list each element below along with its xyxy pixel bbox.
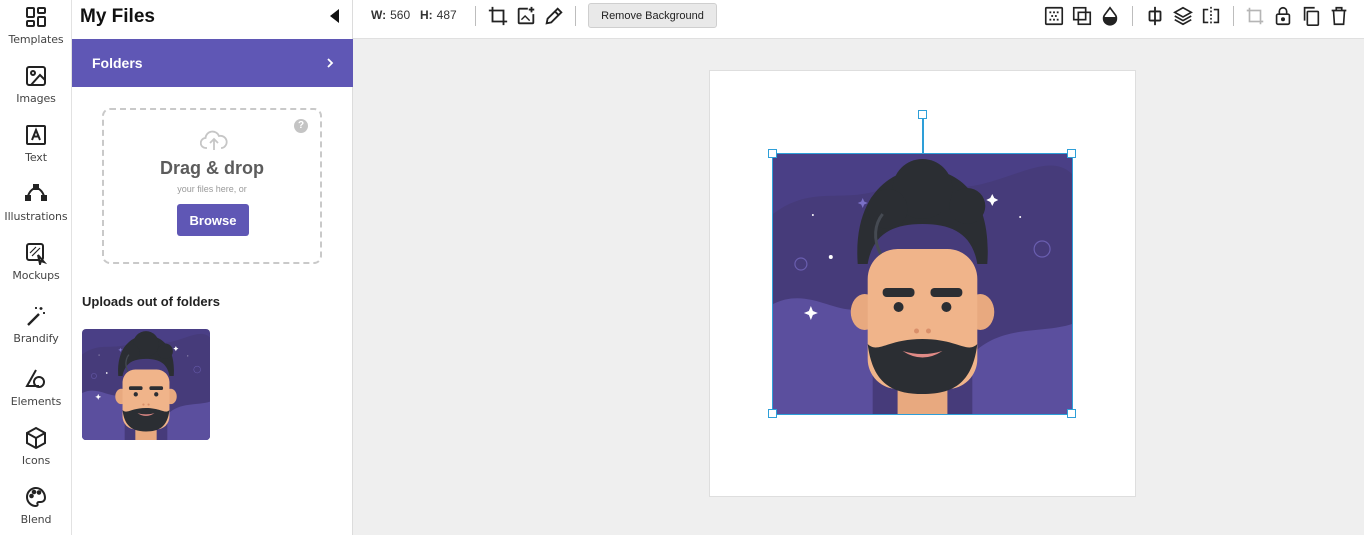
rotate-handle-line xyxy=(922,118,924,154)
rail-item-mockups[interactable]: Mockups xyxy=(0,238,72,294)
copy-icon xyxy=(1303,6,1320,26)
resize-handle-bottom-left[interactable] xyxy=(768,409,777,418)
collapse-panel-icon[interactable] xyxy=(328,8,342,24)
group-button[interactable] xyxy=(1244,5,1266,27)
drop-subtitle: your files here, or xyxy=(177,184,247,194)
text-icon xyxy=(26,125,46,145)
remove-background-button[interactable]: Remove Background xyxy=(588,3,717,28)
align-button[interactable] xyxy=(1144,5,1166,27)
rail-item-illustrations[interactable]: Illustrations xyxy=(0,179,72,235)
rail-item-brandify[interactable]: Brandify xyxy=(0,301,72,357)
top-toolbar: W: 560 H: 487 Remove Background xyxy=(353,0,1364,39)
browse-button[interactable]: Browse xyxy=(177,204,249,236)
opacity-drop-icon xyxy=(1102,6,1118,26)
rail-item-templates[interactable]: Templates xyxy=(0,2,72,58)
resize-handle-bottom-right[interactable] xyxy=(1067,409,1076,418)
pencil-icon xyxy=(545,7,563,25)
rail-item-label: Text xyxy=(25,151,47,164)
crop-button[interactable] xyxy=(487,5,509,27)
toolbar-divider xyxy=(475,6,476,26)
uploads-title: Uploads out of folders xyxy=(82,294,220,309)
opacity-button[interactable] xyxy=(1099,5,1121,27)
illustrations-icon xyxy=(25,184,47,201)
overlap-squares-icon xyxy=(1072,6,1092,26)
height-readout[interactable]: H: 487 xyxy=(420,8,457,22)
help-icon[interactable]: ? xyxy=(294,119,308,133)
layers-button[interactable] xyxy=(1172,5,1194,27)
replace-image-button[interactable] xyxy=(515,5,537,27)
templates-icon xyxy=(26,7,46,27)
rail-item-label: Brandify xyxy=(13,332,59,345)
magic-wand-icon xyxy=(27,307,45,326)
crop-icon xyxy=(488,6,508,26)
delete-button[interactable] xyxy=(1328,5,1350,27)
group-icon xyxy=(1246,7,1264,25)
trash-icon xyxy=(1331,6,1347,26)
height-label: H: xyxy=(420,8,433,22)
rail-item-text[interactable]: Text xyxy=(0,120,72,176)
rail-item-blend[interactable]: Blend xyxy=(0,482,72,535)
rail-item-label: Templates xyxy=(8,33,64,46)
width-readout[interactable]: W: 560 xyxy=(371,8,410,22)
resize-handle-top-right[interactable] xyxy=(1067,149,1076,158)
transparency-button[interactable] xyxy=(1043,5,1065,27)
toolbar-divider xyxy=(575,6,576,26)
rail-item-label: Icons xyxy=(21,454,51,467)
align-center-icon xyxy=(1148,6,1162,26)
layers-icon xyxy=(1173,6,1193,26)
folders-button[interactable]: Folders xyxy=(72,39,353,87)
selected-image[interactable] xyxy=(773,154,1072,414)
image-plus-icon xyxy=(517,6,535,25)
toolbar-divider xyxy=(1132,6,1133,26)
rail-item-label: Mockups xyxy=(12,269,60,282)
rotate-handle[interactable] xyxy=(918,110,927,119)
rail-item-label: Elements xyxy=(10,395,62,408)
left-rail: Templates Images Text Illustrations Mock… xyxy=(0,0,72,535)
toolbar-divider xyxy=(1233,6,1234,26)
flip-button[interactable] xyxy=(1200,5,1222,27)
image-icon xyxy=(26,66,46,86)
panel-title: My Files xyxy=(80,6,155,27)
duplicate-button[interactable] xyxy=(1300,5,1322,27)
mask-button[interactable] xyxy=(1071,5,1093,27)
rail-item-label: Illustrations xyxy=(4,210,68,223)
rail-item-elements[interactable]: Elements xyxy=(0,364,72,420)
rail-item-icons[interactable]: Icons xyxy=(0,423,72,479)
lock-button[interactable] xyxy=(1272,5,1294,27)
avatar-illustration xyxy=(773,154,1072,414)
rail-item-images[interactable]: Images xyxy=(0,61,72,117)
width-value: 560 xyxy=(390,8,411,22)
height-value: 487 xyxy=(436,8,457,22)
files-panel: My Files Folders ? Drag & drop your file… xyxy=(72,0,353,535)
shapes-icon xyxy=(25,369,45,388)
transparency-grid-icon xyxy=(1044,6,1064,26)
mockups-icon xyxy=(26,243,48,265)
resize-handle-top-left[interactable] xyxy=(768,149,777,158)
folders-label: Folders xyxy=(92,55,143,71)
cloud-upload-icon xyxy=(200,130,228,150)
uploaded-image-thumbnail[interactable] xyxy=(82,329,210,440)
rail-item-label: Blend xyxy=(20,513,52,526)
palette-icon xyxy=(26,486,47,508)
flip-icon xyxy=(1202,6,1220,26)
lock-icon xyxy=(1275,6,1291,26)
width-label: W: xyxy=(371,8,387,22)
rail-item-label: Images xyxy=(16,92,56,105)
edit-button[interactable] xyxy=(543,5,565,27)
avatar-illustration xyxy=(82,329,210,440)
drop-title: Drag & drop xyxy=(159,158,264,178)
file-drop-zone[interactable]: ? Drag & drop your files here, or Browse xyxy=(102,108,322,264)
chevron-right-icon xyxy=(327,58,334,68)
cube-icon xyxy=(26,426,46,450)
